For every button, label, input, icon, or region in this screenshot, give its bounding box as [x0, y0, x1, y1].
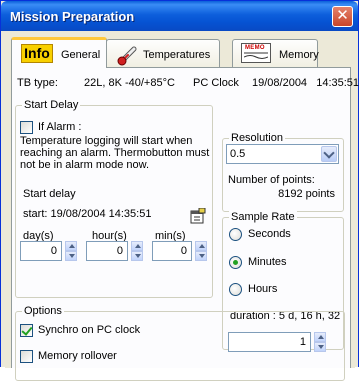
tab-memory[interactable]: MEMO Memory — [232, 39, 319, 67]
memory-rollover-checkbox[interactable] — [20, 350, 33, 363]
close-button[interactable]: ✕ — [332, 6, 353, 27]
hours-input[interactable]: 0 — [86, 241, 128, 261]
resolution-selected: 0.5 — [230, 148, 246, 160]
tab-general[interactable]: Info General — [11, 37, 107, 68]
resolution-select[interactable]: 0.5 — [226, 144, 339, 164]
days-spinner[interactable] — [65, 241, 77, 261]
seconds-label: Seconds — [248, 228, 291, 240]
tab-temperatures[interactable]: Temperatures — [106, 39, 220, 67]
dialog-body: Info General Temperatures MEMO Memory TB… — [5, 31, 359, 381]
options-title: Options — [22, 305, 64, 317]
alarm-description-line-1: Temperature logging will start when — [20, 135, 193, 147]
memory-rollover-label: Memory rollover — [38, 350, 117, 362]
hours-radio[interactable] — [229, 283, 242, 296]
title-bar[interactable]: Mission Preparation ✕ — [1, 1, 358, 31]
start-datetime: start: 19/08/2004 14:35:51 — [23, 208, 152, 220]
if-alarm-label: If Alarm : — [38, 121, 82, 133]
points-value: 8192 points — [278, 188, 335, 200]
days-input[interactable]: 0 — [20, 241, 62, 261]
tab-temperatures-label: Temperatures — [143, 49, 211, 61]
general-tab-panel: TB type: 22L, 8K -40/+85°C PC Clock 19/0… — [11, 67, 359, 381]
tb-type-label: TB type: — [17, 77, 58, 89]
seconds-radio[interactable] — [229, 228, 242, 241]
alarm-description-line-3: not be in alarm mode now. — [20, 159, 150, 171]
synchro-pc-clock-checkbox[interactable] — [20, 324, 33, 337]
options-group: Options Synchro on PC clock Memory rollo… — [15, 305, 345, 381]
mission-preparation-window: Mission Preparation ✕ Info General Tempe… — [0, 0, 359, 381]
thermometer-icon — [117, 46, 137, 66]
tab-general-label: General — [61, 49, 101, 61]
synchro-pc-clock-label: Synchro on PC clock — [38, 324, 141, 336]
minutes-input[interactable]: 0 — [152, 241, 192, 261]
minutes-label: Minutes — [248, 256, 287, 268]
hours-spinner[interactable] — [131, 241, 143, 261]
start-delay-group: Start Delay If Alarm : Temperature loggi… — [15, 99, 213, 298]
tab-memory-label: Memory — [279, 49, 319, 61]
memo-icon: MEMO — [241, 43, 271, 63]
minutes-spinner[interactable] — [195, 241, 207, 261]
alarm-description-line-2: reaching an alarm. Thermobutton must — [20, 147, 210, 159]
minutes-radio[interactable] — [229, 256, 242, 269]
resolution-title: Resolution — [229, 132, 285, 144]
info-icon: Info — [21, 44, 53, 63]
start-delay-label: Start delay — [23, 188, 76, 200]
resolution-group: Resolution 0.5 Number of points: 8192 po… — [222, 132, 344, 212]
if-alarm-checkbox[interactable] — [20, 121, 33, 134]
tb-type-value: 22L, 8K -40/+85°C — [84, 77, 175, 89]
hours-label: Hours — [248, 283, 278, 295]
points-label: Number of points: — [228, 174, 315, 186]
sample-rate-title: Sample Rate — [229, 211, 297, 223]
start-delay-title: Start Delay — [22, 99, 81, 111]
chevron-down-icon[interactable] — [321, 146, 337, 162]
pc-clock-value: 19/08/2004 14:35:51 — [252, 77, 359, 89]
calendar-clock-icon[interactable] — [190, 208, 206, 224]
pc-clock-label: PC Clock — [193, 77, 239, 89]
window-title: Mission Preparation — [10, 9, 135, 24]
